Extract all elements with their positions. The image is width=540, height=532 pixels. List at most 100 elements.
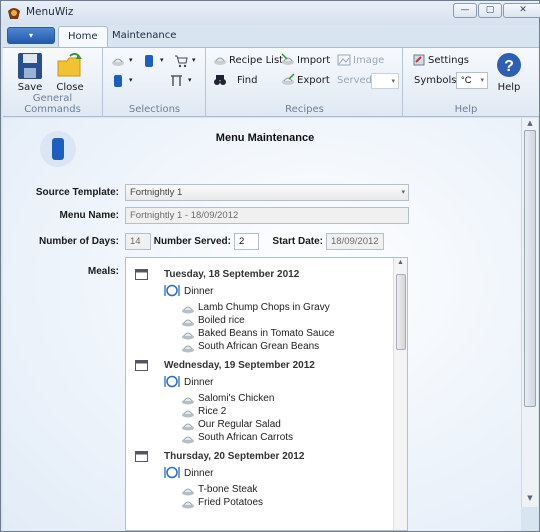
chevron-down-icon: ▾ xyxy=(192,56,196,64)
dish-item[interactable]: Our Regular Salad xyxy=(198,419,281,430)
dish-icon xyxy=(112,58,124,66)
chevron-down-icon: ▾ xyxy=(391,78,395,85)
source-template-dropdown[interactable]: Fortnightly 1 ▾ xyxy=(125,184,409,201)
tab-maintenance[interactable]: Maintenance xyxy=(103,26,185,47)
meal-item[interactable]: Dinner xyxy=(184,468,213,479)
image-button[interactable]: Image xyxy=(337,52,384,69)
start-date-label: Start Date: xyxy=(272,236,323,247)
select-cart-button[interactable]: ▾ xyxy=(174,52,196,69)
title-bar: MenuWiz — ▢ ✕ xyxy=(1,1,540,25)
ribbon: Save Close General Commands ▾ ▾ ▾ ▾ ▾ Se… xyxy=(3,47,539,117)
meal-item[interactable]: Dinner xyxy=(184,377,213,388)
scroll-up-arrow-icon[interactable]: ▲ xyxy=(522,119,538,127)
recipe-list-label: Recipe List xyxy=(229,55,284,66)
dish-icon xyxy=(182,345,194,353)
export-button[interactable]: Export xyxy=(281,72,330,89)
save-button[interactable]: Save xyxy=(13,50,47,96)
main-scroll-thumb[interactable] xyxy=(524,130,536,407)
group-help: Settings Symbols °C ▾ ? Help Help xyxy=(404,48,528,117)
plate-cutlery-icon xyxy=(164,284,180,297)
app-logo-icon xyxy=(8,8,20,19)
shopping-cart-icon xyxy=(175,55,188,67)
select-dish-button[interactable]: ▾ xyxy=(111,52,133,69)
group-label-selections: Selections xyxy=(128,104,181,115)
scroll-up-arrow-icon[interactable]: ▲ xyxy=(394,259,407,266)
group-general-commands: Save Close General Commands xyxy=(3,48,103,117)
day-heading[interactable]: Thursday, 20 September 2012 xyxy=(164,451,304,462)
calendar-icon xyxy=(135,269,148,280)
dish-item[interactable]: Fried Potatoes xyxy=(198,497,263,508)
dish-icon xyxy=(182,319,194,327)
dish-icon xyxy=(182,332,194,340)
export-label: Export xyxy=(297,75,330,86)
dish-icon xyxy=(182,436,194,444)
day-heading[interactable]: Wednesday, 19 September 2012 xyxy=(164,360,315,371)
meals-scroll-thumb[interactable] xyxy=(396,274,406,350)
dish-item[interactable]: Boiled rice xyxy=(198,315,245,326)
number-served-field[interactable]: 2 xyxy=(234,233,259,250)
select-menu-button[interactable]: ▾ xyxy=(142,52,164,69)
scroll-down-arrow-icon[interactable]: ▼ xyxy=(522,494,538,502)
close-window-button[interactable]: ✕ xyxy=(503,3,540,18)
symbols-label: Symbols xyxy=(414,75,457,86)
dish-icon xyxy=(182,423,194,431)
close-button[interactable]: Close xyxy=(53,50,87,96)
dish-item[interactable]: Rice 2 xyxy=(198,406,226,417)
app-menu-button[interactable]: ▾ xyxy=(7,27,55,44)
temperature-unit-dropdown[interactable]: °C ▾ xyxy=(456,72,488,89)
dish-item[interactable]: Lamb Chump Chops in Gravy xyxy=(198,302,330,313)
settings-label: Settings xyxy=(428,55,470,66)
plate-cutlery-icon xyxy=(164,466,180,479)
meals-tree[interactable]: Tuesday, 18 September 2012 Dinner Lamb C… xyxy=(125,257,408,531)
chevron-down-icon: ▾ xyxy=(401,189,405,196)
number-served-label: Number Served: xyxy=(153,236,231,247)
source-template-label: Source Template: xyxy=(35,187,119,198)
find-label: Find xyxy=(237,75,258,86)
page-title: Menu Maintenance xyxy=(215,132,315,144)
floppy-disk-icon xyxy=(18,53,42,79)
group-recipes: Recipe List Import Image Find Export Ser… xyxy=(207,48,403,117)
dish-item[interactable]: Baked Beans in Tomato Sauce xyxy=(198,328,335,339)
chevron-down-icon: ▾ xyxy=(188,76,192,84)
ribbon-tab-bar: ▾ Home Maintenance xyxy=(3,25,539,47)
tab-home[interactable]: Home xyxy=(58,26,108,47)
dish-icon xyxy=(182,488,194,496)
window-title: MenuWiz xyxy=(26,6,74,18)
plate-cutlery-icon xyxy=(164,375,180,388)
dish-item[interactable]: South African Carrots xyxy=(198,432,293,443)
export-icon xyxy=(282,73,295,85)
served-dropdown[interactable]: ▾ xyxy=(371,73,399,89)
group-label-help: Help xyxy=(454,104,478,115)
help-question-icon: ? xyxy=(497,53,521,77)
minimize-button[interactable]: — xyxy=(453,3,477,18)
dish-item[interactable]: T-bone Steak xyxy=(198,484,257,495)
select-template-button[interactable]: ▾ xyxy=(111,72,133,89)
number-of-days-field[interactable]: 14 xyxy=(125,233,151,250)
main-scrollbar[interactable]: ▲ ▼ xyxy=(521,118,538,507)
start-date-field[interactable]: 18/09/2012 xyxy=(326,233,384,250)
meal-item[interactable]: Dinner xyxy=(184,286,213,297)
select-filter-button[interactable]: ▾ xyxy=(170,72,192,89)
find-button[interactable]: Find xyxy=(213,72,258,89)
settings-button[interactable]: Settings xyxy=(412,52,469,69)
dish-icon xyxy=(182,410,194,418)
group-label-general: General Commands xyxy=(24,93,81,115)
meals-scrollbar[interactable]: ▲ xyxy=(393,258,407,530)
dish-item[interactable]: Salomi's Chicken xyxy=(198,393,274,404)
import-button[interactable]: Import xyxy=(281,52,330,69)
save-label: Save xyxy=(17,82,43,93)
group-selections: ▾ ▾ ▾ ▾ ▾ Selections xyxy=(104,48,206,117)
scroll-menu-icon xyxy=(145,54,153,67)
maximize-button[interactable]: ▢ xyxy=(478,3,502,18)
chevron-down-icon: ▾ xyxy=(129,76,133,84)
help-button[interactable]: ? Help xyxy=(492,50,526,96)
day-heading[interactable]: Tuesday, 18 September 2012 xyxy=(164,269,299,280)
dish-item[interactable]: South African Grean Beans xyxy=(198,341,319,352)
menu-name-label: Menu Name: xyxy=(59,210,119,221)
svg-text:?: ? xyxy=(504,58,514,75)
help-label: Help xyxy=(497,82,521,93)
recipe-list-button[interactable]: Recipe List xyxy=(213,52,283,69)
source-template-value: Fortnightly 1 xyxy=(130,187,183,198)
menu-name-field[interactable]: Fortnightly 1 - 18/09/2012 xyxy=(125,207,409,224)
close-label: Close xyxy=(56,82,84,93)
